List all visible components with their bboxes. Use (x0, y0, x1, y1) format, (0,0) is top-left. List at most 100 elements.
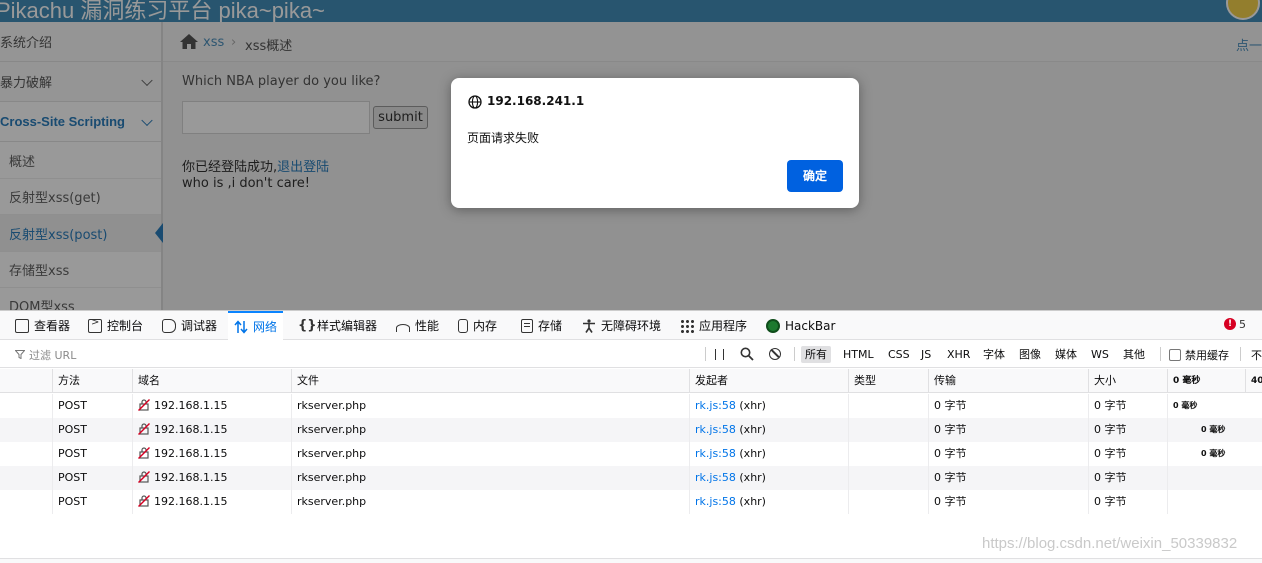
tab-hackbar[interactable]: HackBar (766, 311, 835, 340)
tab-style-editor[interactable]: {} 样式编辑器 (298, 311, 377, 340)
filter-xhr[interactable]: XHR (943, 346, 974, 363)
cell-method: POST (52, 394, 132, 418)
divider (794, 347, 795, 361)
requests-table-header: 方法 域名 文件 发起者 类型 传输 大小 0 毫秒 40 (0, 369, 1262, 393)
filter-js[interactable]: JS (917, 346, 935, 363)
timing-label: 0 毫秒 (1201, 425, 1226, 434)
cell-size: 0 字节 (1088, 490, 1167, 514)
storage-icon (521, 318, 533, 333)
network-toolbar: 过滤 URL 所有 HTML CSS JS XHR 字体 图像 媒体 WS 其他… (0, 341, 1262, 368)
cell-waterfall (1167, 466, 1245, 490)
initiator-link[interactable]: rk.js:58 (695, 399, 736, 412)
table-row[interactable]: POST 192.168.1.15 rkserver.php rk.js:58 … (0, 442, 1262, 466)
tab-label: 网络 (253, 320, 278, 334)
column-size[interactable]: 大小 (1088, 369, 1167, 393)
filter-other[interactable]: 其他 (1119, 346, 1149, 363)
tab-label: 无障碍环境 (601, 319, 662, 333)
timing-label: 0 毫秒 (1173, 401, 1198, 410)
tab-memory[interactable]: 内存 (458, 311, 497, 340)
filter-css[interactable]: CSS (884, 346, 914, 363)
column-file[interactable]: 文件 (291, 369, 689, 393)
devtools-tabbar: 查看器 控制台 调试器 网络 {} 样式编辑器 性能 内存 (0, 311, 1262, 340)
cell-size: 0 字节 (1088, 394, 1167, 418)
filter-html[interactable]: HTML (839, 346, 878, 363)
tab-console[interactable]: 控制台 (88, 311, 143, 340)
table-row[interactable]: POST 192.168.1.15 rkserver.php rk.js:58 … (0, 490, 1262, 514)
initiator-link[interactable]: rk.js:58 (695, 495, 736, 508)
cell-domain: 192.168.1.15 (132, 442, 291, 466)
column-domain[interactable]: 域名 (132, 369, 291, 393)
column-waterfall[interactable]: 0 毫秒 (1167, 369, 1245, 393)
tab-label: 内存 (473, 319, 498, 333)
status-bar (0, 558, 1262, 563)
tab-label: 控制台 (107, 319, 144, 333)
filter-images[interactable]: 图像 (1015, 346, 1045, 363)
tab-storage[interactable]: 存储 (521, 311, 562, 340)
style-editor-icon: {} (298, 317, 317, 333)
tab-network[interactable]: 网络 (228, 311, 284, 340)
initiator-link[interactable]: rk.js:58 (695, 423, 736, 436)
alert-dialog: 192.168.241.1 页面请求失败 确定 (451, 78, 859, 208)
filter-url-input[interactable]: 过滤 URL (29, 347, 76, 363)
tab-label: 调试器 (181, 319, 218, 333)
error-count[interactable]: 5 (1239, 318, 1246, 331)
devtools-panel: 查看器 控制台 调试器 网络 {} 样式编辑器 性能 内存 (0, 310, 1262, 563)
search-icon[interactable] (740, 347, 754, 361)
cell-type (848, 418, 928, 442)
initiator-type: (xhr) (739, 423, 766, 436)
cell-size: 0 字节 (1088, 466, 1167, 490)
column-type[interactable]: 类型 (848, 369, 928, 393)
pause-icon[interactable] (715, 349, 724, 360)
throttle-select[interactable]: 不 (1251, 347, 1262, 363)
cell-file: rkserver.php (291, 466, 689, 490)
memory-icon (458, 318, 468, 333)
clear-icon[interactable] (769, 348, 781, 360)
cell-transferred: 0 字节 (928, 394, 1088, 418)
tab-inspector[interactable]: 查看器 (15, 311, 70, 340)
divider (705, 347, 706, 361)
cell-initiator: rk.js:58 (xhr) (689, 466, 848, 490)
table-row[interactable]: POST 192.168.1.15 rkserver.php rk.js:58 … (0, 418, 1262, 442)
filter-media[interactable]: 媒体 (1051, 346, 1081, 363)
column-transferred[interactable]: 传输 (928, 369, 1088, 393)
tab-label: HackBar (785, 318, 836, 333)
tab-label: 应用程序 (699, 319, 748, 333)
initiator-type: (xhr) (739, 399, 766, 412)
dialog-message: 页面请求失败 (467, 131, 540, 145)
cell-waterfall: 0 毫秒 (1167, 394, 1245, 418)
filter-fonts[interactable]: 字体 (979, 346, 1009, 363)
tab-label: 样式编辑器 (317, 319, 378, 333)
tab-accessibility[interactable]: 无障碍环境 (582, 311, 661, 340)
dialog-host: 192.168.241.1 (487, 94, 585, 108)
tab-debugger[interactable]: 调试器 (162, 311, 217, 340)
error-icon[interactable]: ! (1224, 318, 1236, 330)
domain-text: 192.168.1.15 (154, 495, 228, 508)
filter-ws[interactable]: WS (1087, 346, 1113, 363)
cell-transferred: 0 字节 (928, 466, 1088, 490)
console-icon (88, 317, 102, 333)
cell-initiator: rk.js:58 (xhr) (689, 394, 848, 418)
insecure-lock-icon (138, 399, 150, 411)
tab-performance[interactable]: 性能 (396, 311, 439, 340)
table-row[interactable]: POST 192.168.1.15 rkserver.php rk.js:58 … (0, 466, 1262, 490)
disable-cache-label: 禁用缓存 (1185, 349, 1229, 362)
column-method[interactable]: 方法 (52, 369, 132, 393)
filter-all[interactable]: 所有 (801, 346, 831, 363)
column-initiator[interactable]: 发起者 (689, 369, 848, 393)
initiator-type: (xhr) (739, 447, 766, 460)
cell-file: rkserver.php (291, 418, 689, 442)
cell-domain: 192.168.1.15 (132, 394, 291, 418)
accessibility-icon (583, 318, 595, 333)
initiator-link[interactable]: rk.js:58 (695, 447, 736, 460)
table-row[interactable]: POST 192.168.1.15 rkserver.php rk.js:58 … (0, 394, 1262, 418)
ok-button[interactable]: 确定 (787, 160, 843, 192)
disable-cache-checkbox[interactable] (1169, 349, 1181, 361)
debugger-icon (162, 318, 176, 333)
cell-domain: 192.168.1.15 (132, 418, 291, 442)
tab-application[interactable]: 应用程序 (680, 311, 747, 340)
column-waterfall-tick: 40 (1245, 369, 1262, 393)
tab-label: 查看器 (34, 319, 71, 333)
cell-file: rkserver.php (291, 394, 689, 418)
cell-type (848, 466, 928, 490)
initiator-link[interactable]: rk.js:58 (695, 471, 736, 484)
